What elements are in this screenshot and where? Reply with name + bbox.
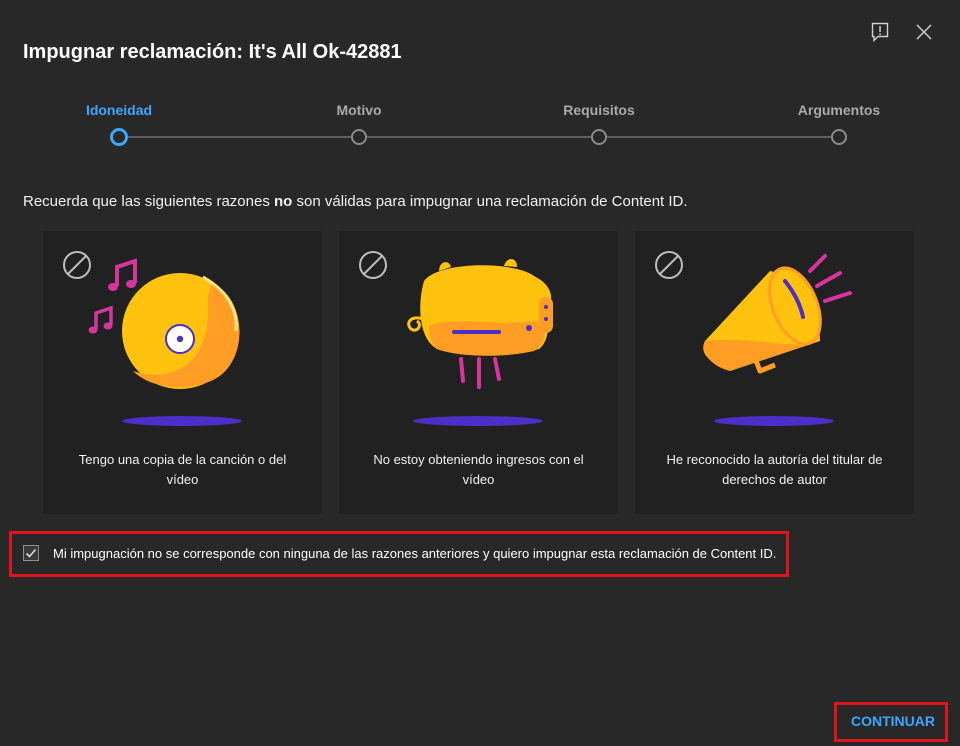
step-dot-active [110,128,128,146]
not-allowed-icon [359,251,387,279]
reminder-text-bold: no [274,193,293,210]
reason-card-attribution: He reconocido la autoría del titular de … [635,231,914,514]
invalid-reasons: Tengo una copia de la canción o del víde… [43,231,914,514]
dialog-title: Impugnar reclamación: It's All Ok-42881 [23,41,402,63]
stepper-line [119,136,839,138]
reason-card-text: No estoy obteniendo ingresos con el víde… [373,452,584,487]
dialog-actions [870,22,934,42]
checkmark-icon [25,548,37,558]
continue-button[interactable]: CONTINUAR [846,711,940,731]
confirm-label[interactable]: Mi impugnación no se corresponde con nin… [53,546,776,561]
reason-card-revenue: No estoy obteniendo ingresos con el víde… [339,231,618,514]
reminder-text: Recuerda que las siguientes razones no s… [23,193,688,210]
step-dot [591,129,607,145]
step-motivo: Motivo [289,100,429,145]
step-label: Motivo [336,102,382,118]
step-dot [351,129,367,145]
reminder-text-start: Recuerda que las siguientes razones [23,193,274,210]
reason-card-text: He reconocido la autoría del titular de … [666,452,883,487]
step-requisitos: Requisitos [529,100,669,145]
step-idoneidad: Idoneidad [49,100,189,146]
confirm-checkbox[interactable] [23,545,39,561]
feedback-icon[interactable] [870,22,890,42]
step-dot [831,129,847,145]
step-argumentos: Argumentos [769,100,909,145]
step-label: Requisitos [563,102,635,118]
reason-card-copy: Tengo una copia de la canción o del víde… [43,231,322,514]
stepper: Idoneidad Motivo Requisitos Argumentos [0,100,960,160]
step-label: Idoneidad [85,102,153,118]
not-allowed-icon [63,251,91,279]
reminder-text-end: son válidas para impugnar una reclamació… [292,193,688,210]
not-allowed-icon [655,251,683,279]
reason-card-text: Tengo una copia de la canción o del víde… [78,452,287,487]
step-label: Argumentos [797,102,881,118]
close-icon[interactable] [914,22,934,42]
